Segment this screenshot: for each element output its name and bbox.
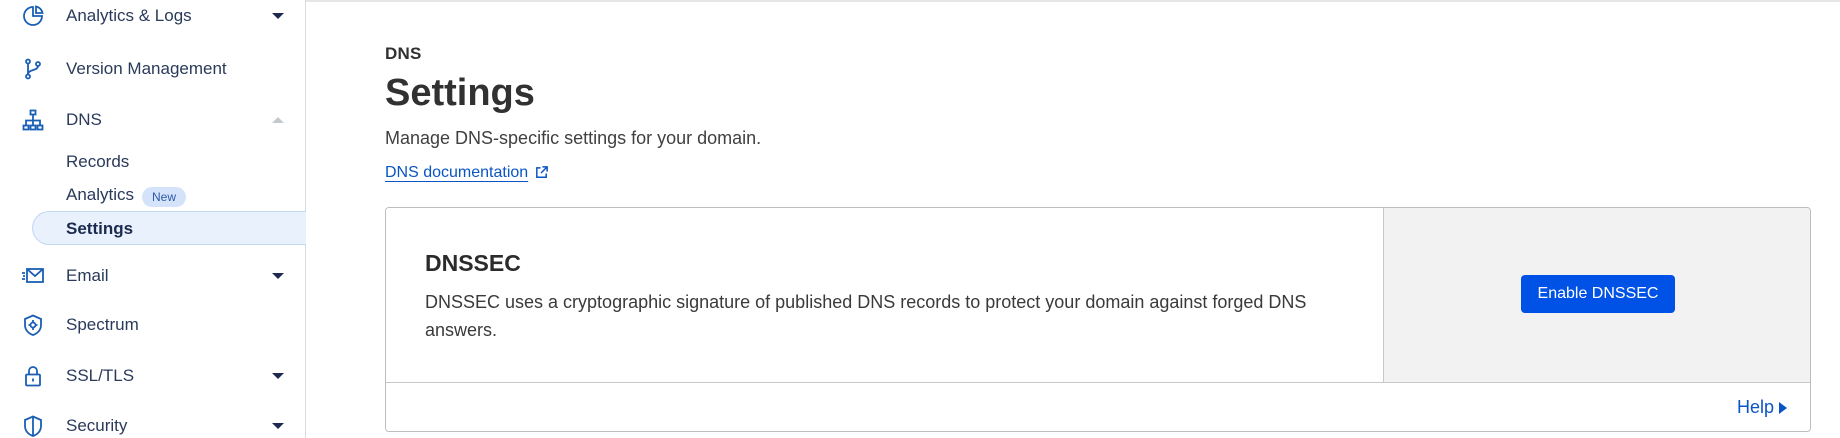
sidebar-item-security[interactable]: Security — [0, 406, 305, 438]
chevron-up-icon[interactable] — [269, 111, 287, 129]
sidebar-subitem-label: Records — [66, 152, 130, 171]
sidebar: Analytics & Logs Version Management DNS … — [0, 0, 306, 438]
sitemap-icon — [20, 107, 46, 133]
sidebar-item-ssl-tls[interactable]: SSL/TLS — [0, 356, 305, 396]
dns-documentation-link-label: DNS documentation — [385, 164, 529, 181]
sidebar-item-dns[interactable]: DNS — [0, 100, 305, 140]
dnssec-card-action-panel: Enable DNSSEC — [1384, 208, 1810, 382]
sidebar-item-spectrum[interactable]: Spectrum — [0, 305, 305, 345]
dns-documentation-link[interactable]: DNS documentation — [385, 164, 550, 182]
page-eyebrow: DNS — [385, 44, 422, 63]
envelope-icon — [20, 263, 46, 289]
sidebar-item-label: Email — [66, 266, 109, 285]
spectrum-shield-icon — [20, 312, 46, 338]
caret-right-icon — [1778, 401, 1788, 415]
sidebar-item-version-management[interactable]: Version Management — [0, 49, 305, 89]
dnssec-title: DNSSEC — [425, 250, 521, 276]
dnssec-description: DNSSEC uses a cryptographic signature of… — [425, 292, 1307, 340]
sidebar-item-analytics-logs[interactable]: Analytics & Logs — [0, 0, 305, 36]
chevron-down-icon[interactable] — [269, 7, 287, 25]
sidebar-item-label: SSL/TLS — [66, 366, 135, 385]
sidebar-item-label: Version Management — [66, 59, 227, 78]
sidebar-item-email[interactable]: Email — [0, 256, 305, 296]
sidebar-subitem-analytics[interactable]: Analytics New — [0, 180, 305, 210]
shield-icon — [20, 413, 46, 438]
dnssec-card-footer: Help — [386, 382, 1810, 431]
pie-chart-icon — [20, 3, 46, 29]
chevron-down-icon[interactable] — [269, 267, 287, 285]
sidebar-item-label: Analytics & Logs — [66, 6, 192, 25]
page-title: Settings — [385, 72, 535, 114]
sidebar-item-label: DNS — [66, 110, 102, 129]
lock-icon — [20, 363, 46, 389]
chevron-down-icon[interactable] — [269, 417, 287, 435]
sidebar-item-label: Spectrum — [66, 315, 139, 334]
new-badge: New — [142, 187, 187, 207]
sidebar-subitem-label: Analytics — [66, 185, 135, 204]
main-content: DNS Settings Manage DNS-specific setting… — [385, 0, 1815, 438]
page-subtitle: Manage DNS-specific settings for your do… — [385, 128, 762, 148]
chevron-down-icon[interactable] — [269, 367, 287, 385]
sidebar-item-label: Security — [66, 416, 128, 435]
dnssec-card-body: DNSSEC DNSSEC uses a cryptographic signa… — [386, 208, 1384, 382]
external-link-icon — [534, 165, 550, 181]
sidebar-subitem-label: Settings — [66, 219, 134, 238]
sidebar-subitem-settings[interactable]: Settings — [32, 211, 306, 245]
enable-dnssec-button[interactable]: Enable DNSSEC — [1521, 275, 1675, 313]
dnssec-card: DNSSEC DNSSEC uses a cryptographic signa… — [385, 207, 1811, 432]
help-link[interactable]: Help — [1737, 397, 1788, 418]
help-link-label: Help — [1736, 397, 1774, 417]
sidebar-subitem-records[interactable]: Records — [0, 147, 305, 177]
branch-icon — [20, 56, 46, 82]
